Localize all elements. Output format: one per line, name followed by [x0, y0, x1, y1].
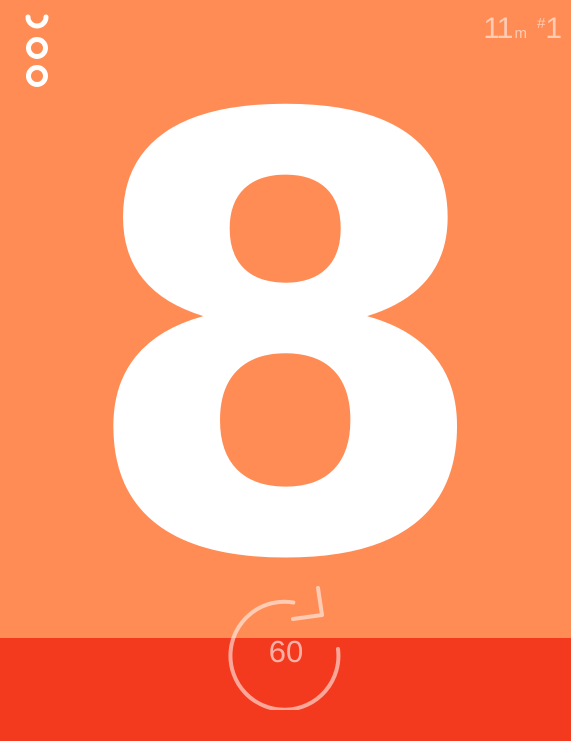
timer-screen: 11 m#1 8 60: [0, 0, 571, 741]
minutes-unit: m: [514, 25, 527, 42]
restart-button[interactable]: 60: [222, 582, 350, 710]
session-stats: 11 m#1: [483, 12, 562, 46]
restart-seconds-label: 60: [268, 634, 304, 669]
round-value: 1: [545, 12, 562, 45]
countdown-number: 8: [76, 0, 495, 691]
